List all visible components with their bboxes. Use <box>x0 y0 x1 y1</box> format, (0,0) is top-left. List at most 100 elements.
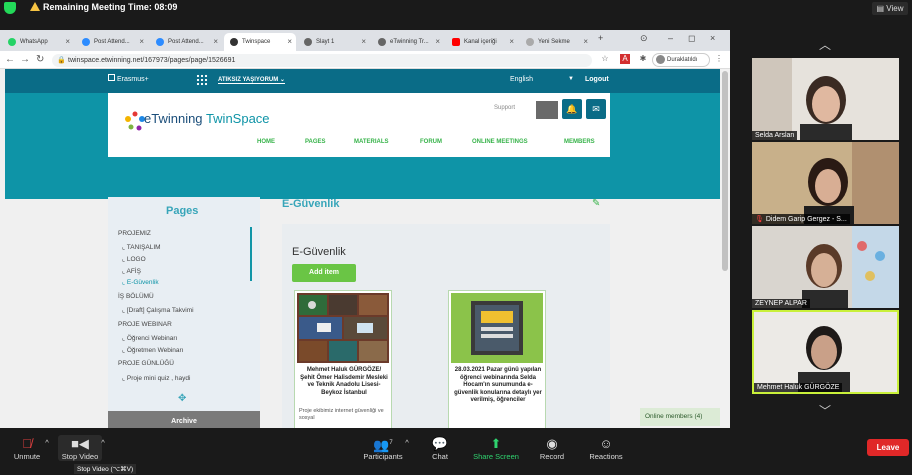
card-photo-collage <box>297 293 389 363</box>
menu-online-meetings[interactable]: ONLINE MEETINGS <box>472 139 528 145</box>
close-icon[interactable]: × <box>139 33 144 51</box>
shield-icon[interactable] <box>4 2 16 14</box>
menu-forum[interactable]: FORUM <box>420 139 442 145</box>
project-selector[interactable]: ATIKSIZ YAŞIYORUM ⌄ <box>218 76 285 84</box>
mail-icon[interactable]: ✉ <box>586 99 606 119</box>
video-tile-active-speaker[interactable]: Mehmet Haluk GÜRGÖZE <box>752 310 899 394</box>
view-label: View <box>886 4 904 13</box>
tab-etwinning[interactable]: eTwinning Tr... × <box>372 33 444 51</box>
scroll-down-icon[interactable]: ﹀ <box>813 402 837 419</box>
tab-new[interactable]: Yeni Sekme × <box>520 33 592 51</box>
add-item-button[interactable]: Add item <box>292 264 356 282</box>
sidebar-item-afis[interactable]: ⌞ AFİŞ <box>122 267 141 275</box>
move-icon[interactable]: ✥ <box>178 393 186 404</box>
tab-label: WhatsApp <box>20 39 48 45</box>
close-icon[interactable]: × <box>361 33 366 51</box>
tab-twinspace[interactable]: Twinspace × <box>224 33 296 51</box>
sidebar-item-mini-quiz[interactable]: ⌞ Proje mini quiz , haydi <box>122 374 190 382</box>
meeting-time-text: Remaining Meeting Time: 08:09 <box>43 2 178 12</box>
online-members-button[interactable]: Online members (4) <box>640 408 720 426</box>
maximize-button[interactable]: ◻ <box>688 33 695 44</box>
pdf-extension-icon[interactable]: A <box>620 54 630 64</box>
zoom-icon <box>156 38 164 46</box>
stop-video-button[interactable]: ■◀ Stop Video <box>58 435 102 461</box>
archive-button[interactable]: Archive <box>108 411 260 428</box>
content-card[interactable]: 28.03.2021 Pazar günü yapılan öğrenci we… <box>448 290 546 428</box>
content-card[interactable]: Mehmet Haluk GÜRGÖZE/ Şehit Ömer Halisde… <box>294 290 392 428</box>
video-tile[interactable]: Selda Arslan <box>752 58 899 140</box>
video-options-chevron[interactable]: ^ <box>98 438 108 447</box>
participants-options-chevron[interactable]: ^ <box>402 438 412 447</box>
unmute-button[interactable]: 🎙̸ Unmute <box>8 435 46 461</box>
erasmus-logo[interactable]: Erasmus+ <box>108 74 149 83</box>
tab-youtube[interactable]: Kanal içeriği × <box>446 33 518 51</box>
close-icon[interactable]: × <box>583 33 588 51</box>
unmute-label: Unmute <box>13 452 41 461</box>
minimize-button[interactable]: – <box>668 33 673 43</box>
share-screen-button[interactable]: ⬆ Share Screen <box>468 435 524 461</box>
page-scrollbar[interactable] <box>720 69 730 428</box>
close-icon[interactable]: × <box>287 33 292 51</box>
profile-button[interactable]: Duraklatıldı <box>652 53 710 67</box>
tab-whatsapp[interactable]: WhatsApp × <box>2 33 74 51</box>
sidebar-heading-proje-gunlugu[interactable]: PROJE GÜNLÜĞÜ <box>118 360 174 367</box>
tab-post-attend-2[interactable]: Post Attend... × <box>150 33 222 51</box>
stop-video-label: Stop Video <box>61 452 99 461</box>
sidebar-item-ogretmen-webinari[interactable]: ⌞ Öğretmen Webinarı <box>122 346 183 354</box>
logout-link[interactable]: Logout <box>585 76 609 83</box>
menu-home[interactable]: HOME <box>257 139 275 145</box>
lock-icon: 🔒 <box>57 57 66 64</box>
leave-button[interactable]: Leave <box>867 439 909 456</box>
menu-members[interactable]: MEMBERS <box>564 139 595 145</box>
chevron-down-icon[interactable]: ▼ <box>568 76 574 82</box>
tab-label: Post Attend... <box>168 39 204 45</box>
record-button[interactable]: ◉ Record <box>533 435 571 461</box>
profile-label: Duraklatıldı <box>667 57 698 63</box>
menu-icon[interactable]: ⋮ <box>714 54 724 64</box>
audio-options-chevron[interactable]: ^ <box>42 438 52 447</box>
sidebar-item-tanisalim[interactable]: ⌞ TANIŞALIM <box>122 243 161 251</box>
video-tile[interactable]: ZEYNEP ALPAR <box>752 226 899 308</box>
sidebar-item-calisma-takvimi[interactable]: ⌞ [Draft] Çalışma Takvimi <box>122 306 194 314</box>
new-tab-icon <box>526 38 534 46</box>
reactions-button[interactable]: ☺ Reactions <box>584 435 628 461</box>
close-icon[interactable]: × <box>65 33 70 51</box>
video-tile[interactable]: 🎙 Didem Garip Gergez - S... <box>752 142 899 224</box>
sidebar-heading-proje-webinar[interactable]: PROJE WEBINAR <box>118 321 172 328</box>
sidebar-heading-projemiz[interactable]: PROJEMIZ <box>118 230 151 237</box>
support-link[interactable]: Support <box>494 105 515 111</box>
sidebar-item-ogrenci-webinari[interactable]: ⌞ Öğrenci Webinarı <box>122 334 177 342</box>
extensions-icon[interactable]: ✱ <box>638 54 648 64</box>
menu-pages[interactable]: PAGES <box>305 139 326 145</box>
scrollbar-thumb[interactable] <box>722 71 728 271</box>
language-selector[interactable]: English <box>510 76 533 83</box>
sidebar-heading-is-bolumu[interactable]: İŞ BÖLÜMÜ <box>118 293 154 300</box>
close-icon[interactable]: × <box>435 33 440 51</box>
new-tab-button[interactable]: + <box>598 33 603 43</box>
erasmus-icon <box>108 74 115 81</box>
close-icon[interactable]: × <box>509 33 514 51</box>
scroll-up-icon[interactable]: ︿ <box>813 36 837 53</box>
notification-bell-icon[interactable]: 🔔 <box>562 99 582 119</box>
tab-post-attend-1[interactable]: Post Attend... × <box>76 33 148 51</box>
user-avatar[interactable] <box>536 101 558 119</box>
back-icon[interactable]: ← <box>5 54 15 65</box>
chat-button[interactable]: 💬 Chat <box>428 435 452 461</box>
close-window-button[interactable]: × <box>710 33 715 43</box>
sidebar-item-logo[interactable]: ⌞ LOGO <box>122 255 146 263</box>
participants-button[interactable]: 👥7 Participants <box>358 435 408 461</box>
apps-grid-icon[interactable] <box>196 74 208 86</box>
page-title: E-Güvenlik <box>282 198 340 210</box>
forward-icon[interactable]: → <box>20 54 30 65</box>
tab-slayt[interactable]: Slayt 1 × <box>298 33 370 51</box>
tab-search-icon[interactable]: ⊙ <box>640 33 648 44</box>
view-button[interactable]: ▤ View <box>872 2 908 15</box>
star-icon[interactable]: ☆ <box>600 54 610 64</box>
sidebar-item-label: [Draft] Çalışma Takvimi <box>126 307 194 314</box>
reload-icon[interactable]: ↻ <box>36 54 44 65</box>
edit-pencil-icon[interactable]: ✎ <box>592 198 600 209</box>
url-field[interactable]: 🔒 twinspace.etwinning.net/167973/pages/pa… <box>52 54 592 67</box>
close-icon[interactable]: × <box>213 33 218 51</box>
sidebar-item-e-guvenlik[interactable]: ⌞ E-Güvenlik <box>122 278 159 286</box>
menu-materials[interactable]: MATERIALS <box>354 139 389 145</box>
